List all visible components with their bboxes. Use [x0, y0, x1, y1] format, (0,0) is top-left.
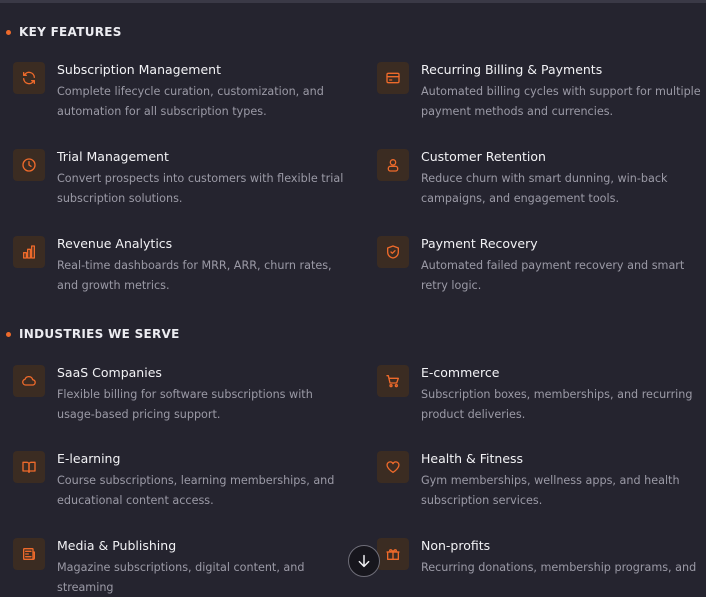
- card-description: Reduce churn with smart dunning, win-bac…: [421, 172, 668, 205]
- card-description: Course subscriptions, learning membershi…: [57, 474, 335, 507]
- card-description: Complete lifecycle curation, customizati…: [57, 85, 324, 118]
- card-title: E-commerce: [421, 365, 500, 380]
- section-title: INDUSTRIES WE SERVE: [19, 327, 180, 341]
- shopping-cart-icon: [377, 365, 409, 397]
- card-description: Real-time dashboards for MRR, ARR, churn…: [57, 259, 332, 292]
- section-heading-key-features: KEY FEATURES: [6, 25, 122, 39]
- card-description: Flexible billing for software subscripti…: [57, 388, 313, 421]
- shield-check-icon: [377, 236, 409, 268]
- card-description: Automated failed payment recovery and sm…: [421, 259, 685, 292]
- section-heading-industries: INDUSTRIES WE SERVE: [6, 327, 180, 341]
- scroll-down-button[interactable]: [348, 545, 380, 577]
- card-title: Trial Management: [57, 149, 169, 164]
- card-title: Media & Publishing: [57, 538, 177, 553]
- card-title: Revenue Analytics: [57, 236, 173, 251]
- card-description: Automated billing cycles with support fo…: [421, 85, 701, 118]
- card-title: Payment Recovery: [421, 236, 538, 251]
- bar-chart-icon: [13, 236, 45, 268]
- bullet-dot-icon: [6, 331, 11, 337]
- card-description: Gym memberships, wellness apps, and heal…: [421, 474, 680, 507]
- section-title: KEY FEATURES: [19, 25, 122, 39]
- gift-icon: [377, 538, 409, 570]
- clock-icon: [13, 149, 45, 181]
- user-retention-icon: [377, 149, 409, 181]
- card-title: E-learning: [57, 451, 121, 466]
- heart-icon: [377, 451, 409, 483]
- newspaper-icon: [13, 538, 45, 570]
- card-description: Recurring donations, membership programs…: [421, 561, 697, 574]
- card-title: SaaS Companies: [57, 365, 162, 380]
- arrow-down-icon: [358, 554, 370, 568]
- card-description: Magazine subscriptions, digital content,…: [57, 561, 305, 594]
- refresh-icon: [13, 62, 45, 94]
- card-description: Convert prospects into customers with fl…: [57, 172, 344, 205]
- card-title: Health & Fitness: [421, 451, 524, 466]
- top-divider: [0, 0, 706, 3]
- card-title: Non-profits: [421, 538, 491, 553]
- book-icon: [13, 451, 45, 483]
- card-description: Subscription boxes, memberships, and rec…: [421, 388, 693, 421]
- card-title: Recurring Billing & Payments: [421, 62, 603, 77]
- card-title: Subscription Management: [57, 62, 221, 77]
- card-title: Customer Retention: [421, 149, 546, 164]
- credit-card-icon: [377, 62, 409, 94]
- bullet-dot-icon: [6, 29, 11, 35]
- cloud-icon: [13, 365, 45, 397]
